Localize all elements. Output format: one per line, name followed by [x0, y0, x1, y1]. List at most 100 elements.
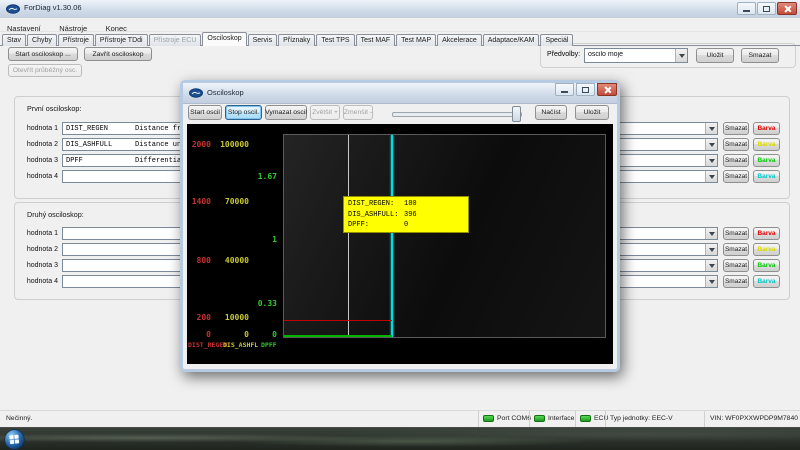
- scope1-row3-delete-button[interactable]: Smazat: [723, 154, 749, 167]
- tooltip-value: 180: [404, 199, 417, 210]
- tab-test-map[interactable]: Test MAP: [396, 34, 436, 46]
- zavrit-osciloskop-button[interactable]: Zavřít osciloskop: [84, 47, 152, 61]
- tab-chyby[interactable]: Chyby: [27, 34, 57, 46]
- scope2-row1-delete-button[interactable]: Smazat: [723, 227, 749, 240]
- osc-zoom-slider-thumb[interactable]: [512, 106, 521, 122]
- signal-dropdown-button[interactable]: [705, 171, 717, 182]
- tab-test-tps[interactable]: Test TPS: [316, 34, 354, 46]
- chevron-down-icon: [709, 280, 715, 284]
- tab-akcelerace[interactable]: Akcelerace: [437, 34, 482, 46]
- presets-label: Předvolby:: [547, 51, 580, 58]
- scope2-row4-color-button[interactable]: Barva: [753, 275, 780, 288]
- osc-minimize-button[interactable]: [555, 83, 574, 96]
- status-separator: [478, 411, 479, 427]
- tooltip-label: DPFF:: [348, 220, 404, 231]
- scope1-row1-delete-button[interactable]: Smazat: [723, 122, 749, 135]
- signal-dropdown-button[interactable]: [705, 123, 717, 134]
- yellow-axis-tick: 0: [215, 330, 249, 339]
- tab-servis[interactable]: Servis: [248, 34, 277, 46]
- preset-save-button[interactable]: Uložit: [696, 48, 734, 63]
- signal-desc: Distance fro: [135, 125, 185, 133]
- osc-clear-button[interactable]: Vymazat oscil: [265, 105, 307, 120]
- preset-value: oscilo moje: [588, 51, 623, 58]
- tab-pristroje-tddi[interactable]: Přístroje TDdi: [95, 34, 148, 46]
- tooltip-value: 0: [404, 220, 408, 231]
- osc-load-button[interactable]: Načíst: [535, 105, 567, 120]
- osc-plot-area[interactable]: [283, 134, 606, 338]
- green-axis-tick: 0.33: [249, 299, 277, 308]
- main-titlebar[interactable]: ForDiag v1.30.06: [0, 0, 800, 19]
- scope1-row1-color-button[interactable]: Barva: [753, 122, 780, 135]
- signal-dropdown-button[interactable]: [705, 228, 717, 239]
- signal-dropdown-button[interactable]: [705, 244, 717, 255]
- osc-start-button[interactable]: Start oscil: [188, 105, 222, 120]
- maximize-button[interactable]: [757, 2, 776, 15]
- start-osciloskop-button[interactable]: Start osciloskop ...: [8, 47, 78, 61]
- scope2-row4-label: hodnota 4: [18, 278, 58, 285]
- signal-name: DIST_REGEN: [66, 125, 136, 133]
- cursor-vline: [348, 135, 349, 337]
- red-axis-tick: 200: [187, 313, 211, 322]
- status-separator: [529, 411, 530, 427]
- tab-priznaky[interactable]: Příznaky: [278, 34, 315, 46]
- status-separator: [605, 411, 606, 427]
- start-button[interactable]: [4, 429, 25, 450]
- osciloskop-window: Osciloskop Start oscil Stop oscil. Vymaz…: [180, 80, 620, 372]
- scope2-row3-delete-button[interactable]: Smazat: [723, 259, 749, 272]
- scope1-row2-delete-button[interactable]: Smazat: [723, 138, 749, 151]
- tab-adaptace-kam[interactable]: Adaptace/KAM: [483, 34, 540, 46]
- scope2-row3-label: hodnota 3: [18, 262, 58, 269]
- osc-stop-button[interactable]: Stop oscil.: [225, 105, 262, 120]
- chevron-down-icon: [709, 143, 715, 147]
- trace-dpff: [284, 335, 392, 337]
- osc-save-button[interactable]: Uložit: [575, 105, 609, 120]
- scope2-row2-color-button[interactable]: Barva: [753, 243, 780, 256]
- scope1-row3-color-button[interactable]: Barva: [753, 154, 780, 167]
- red-axis-tick: 1400: [187, 197, 211, 206]
- signal-name: DIS_ASHFULL: [66, 141, 136, 149]
- green-axis-tick: 0: [249, 330, 277, 339]
- scope2-row1-label: hodnota 1: [18, 230, 58, 237]
- yellow-axis-tick: 70000: [215, 197, 249, 206]
- tooltip-row: DIST_REGEN: 180: [348, 199, 464, 210]
- tab-special[interactable]: Speciál: [540, 34, 573, 46]
- status-state: Nečinný.: [6, 415, 32, 422]
- signal-desc: Distance unt: [135, 141, 185, 149]
- tooltip-label: DIS_ASHFULL:: [348, 210, 404, 221]
- scope2-row3-color-button[interactable]: Barva: [753, 259, 780, 272]
- osc-canvas[interactable]: 2000 1400 800 200 0 100000 70000 40000 1…: [187, 124, 613, 364]
- scope1-row4-color-button[interactable]: Barva: [753, 170, 780, 183]
- osc-maximize-button[interactable]: [576, 83, 595, 96]
- scope1-row4-delete-button[interactable]: Smazat: [723, 170, 749, 183]
- osc-titlebar[interactable]: Osciloskop: [183, 83, 617, 104]
- scope1-row2-color-button[interactable]: Barva: [753, 138, 780, 151]
- scope2-row2-delete-button[interactable]: Smazat: [723, 243, 749, 256]
- tab-stav[interactable]: Stav: [2, 34, 26, 46]
- signal-dropdown-button[interactable]: [705, 260, 717, 271]
- scope2-row4-delete-button[interactable]: Smazat: [723, 275, 749, 288]
- series-label-dis-ashfull: DIS_ASHFL: [223, 341, 258, 349]
- signal-dropdown-button[interactable]: [705, 139, 717, 150]
- signal-dropdown-button[interactable]: [705, 155, 717, 166]
- chevron-down-icon: [709, 175, 715, 179]
- tab-pristroje[interactable]: Přístroje: [58, 34, 94, 46]
- yellow-axis-tick: 100000: [215, 140, 249, 149]
- osc-close-button[interactable]: [597, 83, 617, 96]
- signal-desc: Differential: [135, 157, 185, 165]
- close-icon: [783, 5, 791, 13]
- osc-zoom-slider-track[interactable]: [392, 112, 522, 117]
- status-vin: VIN: WF0PXXWPDP9M7840: [710, 415, 798, 422]
- tab-osciloskop[interactable]: Osciloskop: [202, 32, 246, 46]
- signal-dropdown-button[interactable]: [705, 276, 717, 287]
- signal-name: DPFF: [66, 157, 136, 165]
- close-button[interactable]: [777, 2, 797, 15]
- scope2-row1-color-button[interactable]: Barva: [753, 227, 780, 240]
- preset-combobox[interactable]: oscilo moje: [584, 48, 688, 63]
- preset-dropdown-button[interactable]: [675, 49, 687, 62]
- tooltip-row: DPFF: 0: [348, 220, 464, 231]
- value-tooltip: DIST_REGEN: 180 DIS_ASHFULL: 396 DPFF: 0: [343, 196, 469, 233]
- tab-test-maf[interactable]: Test MAF: [356, 34, 396, 46]
- preset-delete-button[interactable]: Smazat: [741, 48, 779, 63]
- minimize-button[interactable]: [737, 2, 756, 15]
- status-interface: Interface: [548, 415, 574, 422]
